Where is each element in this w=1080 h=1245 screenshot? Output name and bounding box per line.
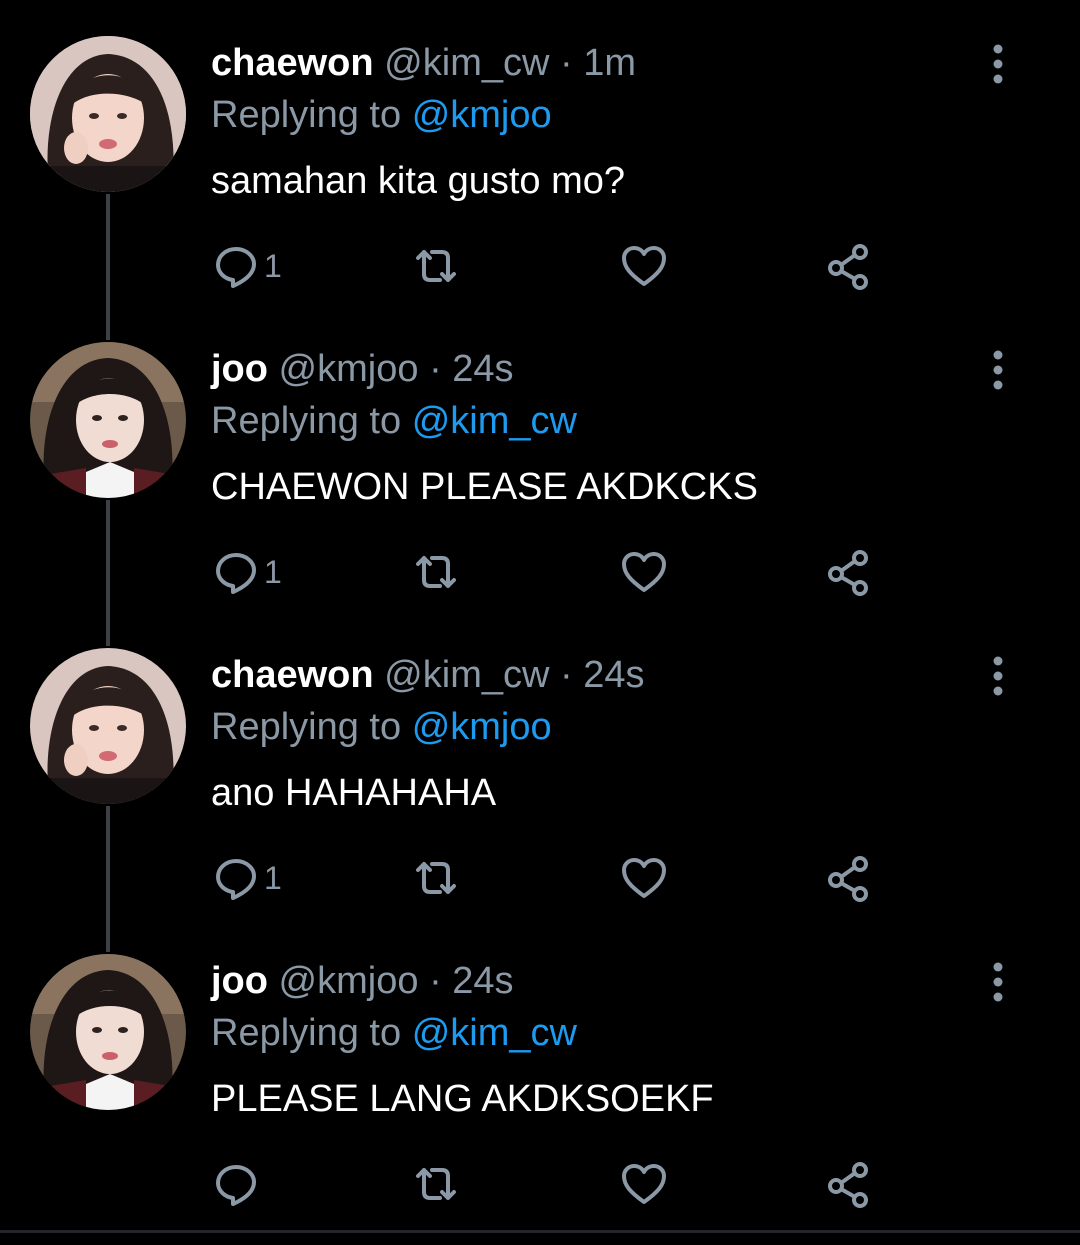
retweet-icon — [416, 1168, 456, 1200]
replying-to-label: Replying to — [211, 1012, 402, 1054]
timestamp[interactable]: 1m — [583, 42, 636, 84]
tweet-text: PLEASE LANG AKDKSOEKF — [211, 1078, 714, 1120]
share-button[interactable] — [824, 544, 872, 600]
reply-icon — [216, 247, 256, 288]
avatar-joo[interactable] — [30, 342, 186, 498]
tweet-header: chaewon @kim_cw · 24s — [211, 652, 644, 698]
share-icon — [828, 1162, 868, 1208]
user-handle[interactable]: @kim_cw — [384, 654, 549, 696]
display-name[interactable]: joo — [211, 348, 268, 390]
tweet[interactable]: joo @kmjoo · 24s Replying to @kim_cw CHA… — [0, 306, 1080, 612]
user-handle[interactable]: @kim_cw — [384, 42, 549, 84]
heart-icon — [622, 858, 666, 898]
divider — [0, 1230, 1080, 1233]
like-button[interactable] — [620, 1156, 668, 1212]
avatar-chaewon[interactable] — [30, 648, 186, 804]
tweet-actions: 1 — [0, 544, 1080, 600]
reply-button[interactable] — [212, 1156, 264, 1212]
timestamp[interactable]: 24s — [583, 654, 644, 696]
reply-count: 1 — [264, 859, 282, 896]
mention-link[interactable]: @kmjoo — [412, 706, 552, 748]
retweet-icon — [416, 556, 456, 588]
reply-icon — [216, 1165, 256, 1206]
tweet[interactable]: chaewon @kim_cw · 1m Replying to @kmjoo … — [0, 0, 1080, 306]
timestamp[interactable]: 24s — [452, 960, 513, 1002]
replying-to: Replying to @kim_cw — [211, 1010, 577, 1056]
tweet-actions — [0, 1156, 1080, 1212]
more-vertical-icon[interactable] — [982, 40, 1014, 88]
reply-icon — [216, 553, 256, 594]
replying-to-label: Replying to — [211, 400, 402, 442]
avatar-chaewon[interactable] — [30, 36, 186, 192]
heart-icon — [622, 552, 666, 592]
share-button[interactable] — [824, 238, 872, 294]
retweet-button[interactable] — [412, 238, 460, 294]
retweet-button[interactable] — [412, 850, 460, 906]
replying-to: Replying to @kmjoo — [211, 92, 552, 138]
more-vertical-icon[interactable] — [982, 346, 1014, 394]
like-button[interactable] — [620, 544, 668, 600]
display-name[interactable]: joo — [211, 960, 268, 1002]
tweet-actions: 1 — [0, 238, 1080, 294]
share-icon — [828, 856, 868, 902]
separator-dot: · — [559, 42, 573, 84]
separator-dot: · — [559, 654, 573, 696]
share-icon — [828, 244, 868, 290]
mention-link[interactable]: @kmjoo — [412, 94, 552, 136]
share-button[interactable] — [824, 1156, 872, 1212]
retweet-icon — [416, 862, 456, 894]
retweet-button[interactable] — [412, 1156, 460, 1212]
more-vertical-icon[interactable] — [982, 958, 1014, 1006]
more-vertical-icon[interactable] — [982, 652, 1014, 700]
tweet-text: ano HAHAHAHA — [211, 772, 497, 814]
mention-link[interactable]: @kim_cw — [412, 1012, 577, 1054]
tweet-header: joo @kmjoo · 24s — [211, 346, 514, 392]
heart-icon — [622, 1164, 666, 1204]
user-handle[interactable]: @kmjoo — [279, 960, 419, 1002]
tweet-header: chaewon @kim_cw · 1m — [211, 40, 636, 86]
like-button[interactable] — [620, 238, 668, 294]
reply-icon — [216, 859, 256, 900]
separator-dot: · — [429, 960, 442, 1002]
reply-button[interactable]: 1 — [212, 238, 282, 294]
like-button[interactable] — [620, 850, 668, 906]
retweet-button[interactable] — [412, 544, 460, 600]
share-button[interactable] — [824, 850, 872, 906]
separator-dot: · — [429, 348, 442, 390]
reply-button[interactable]: 1 — [212, 544, 282, 600]
display-name[interactable]: chaewon — [211, 42, 374, 84]
reply-button[interactable]: 1 — [212, 850, 282, 906]
timestamp[interactable]: 24s — [452, 348, 513, 390]
share-icon — [828, 550, 868, 596]
replying-to-label: Replying to — [211, 706, 402, 748]
tweet-thread: chaewon @kim_cw · 1m Replying to @kmjoo … — [0, 0, 1080, 1245]
tweet[interactable]: joo @kmjoo · 24s Replying to @kim_cw PLE… — [0, 918, 1080, 1224]
retweet-icon — [416, 250, 456, 282]
heart-icon — [622, 246, 666, 286]
tweet-header: joo @kmjoo · 24s — [211, 958, 514, 1004]
tweet-text: samahan kita gusto mo? — [211, 160, 626, 202]
display-name[interactable]: chaewon — [211, 654, 374, 696]
tweet-actions: 1 — [0, 850, 1080, 906]
replying-to: Replying to @kmjoo — [211, 704, 552, 750]
reply-count: 1 — [264, 247, 282, 284]
replying-to: Replying to @kim_cw — [211, 398, 577, 444]
reply-count: 1 — [264, 553, 282, 590]
avatar-joo[interactable] — [30, 954, 186, 1110]
mention-link[interactable]: @kim_cw — [412, 400, 577, 442]
replying-to-label: Replying to — [211, 94, 402, 136]
tweet-text: CHAEWON PLEASE AKDKCKS — [211, 466, 758, 508]
tweet[interactable]: chaewon @kim_cw · 24s Replying to @kmjoo… — [0, 612, 1080, 918]
user-handle[interactable]: @kmjoo — [279, 348, 419, 390]
